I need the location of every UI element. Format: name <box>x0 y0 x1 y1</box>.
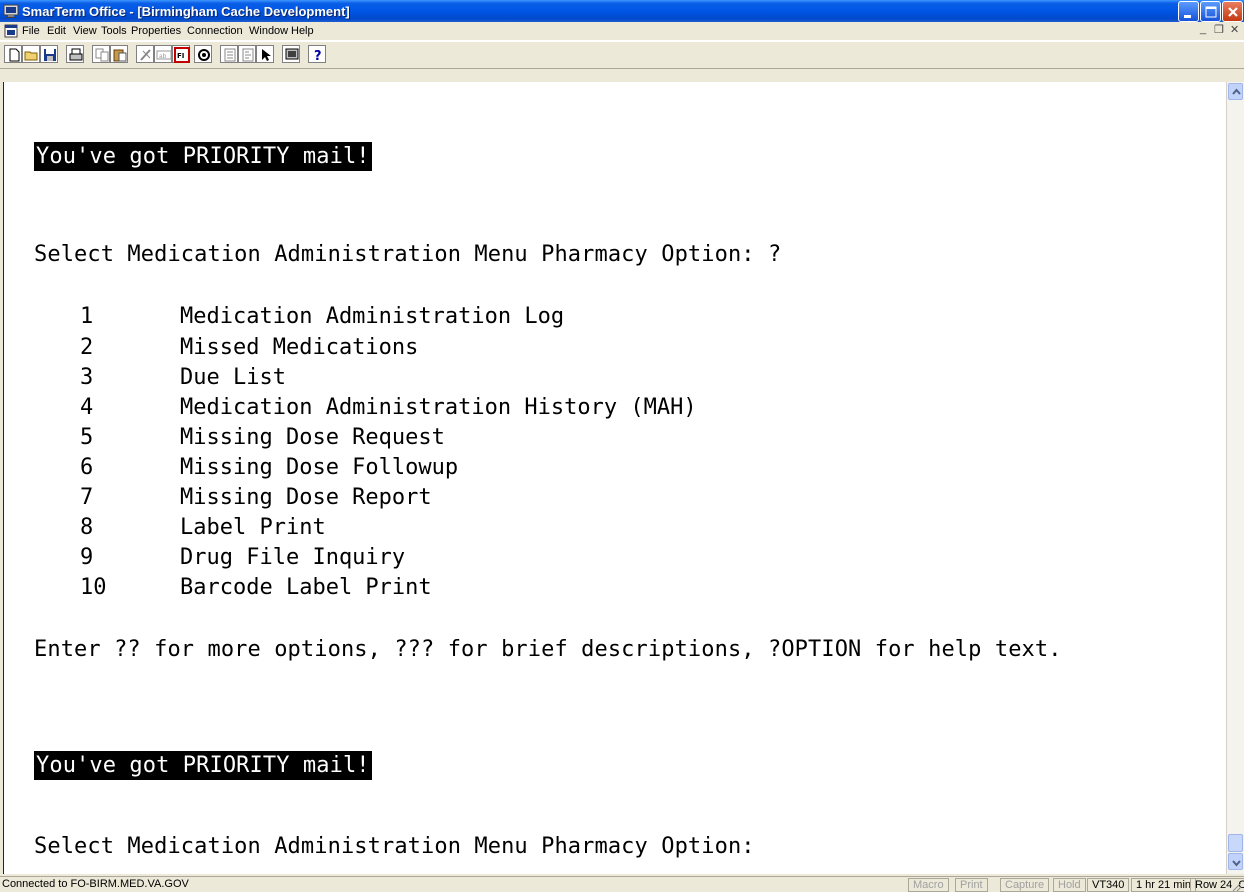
resize-grip-icon[interactable] <box>1230 880 1242 892</box>
option-label: Missing Dose Request <box>180 425 445 450</box>
session-timer: 1 hr 21 min <box>1131 878 1197 892</box>
pointer-icon[interactable] <box>256 45 274 63</box>
option-number: 7 <box>80 485 94 510</box>
mdi-controls: _ ❐ ✕ <box>1196 23 1242 39</box>
menu-tools[interactable]: Tools <box>101 25 127 37</box>
document-icon[interactable] <box>3 23 19 39</box>
app-window: SmarTerm Office - [Birmingham Cache Deve… <box>0 0 1244 892</box>
option-number: 4 <box>80 395 94 420</box>
paste-icon[interactable] <box>110 45 128 63</box>
option-number: 9 <box>80 545 94 570</box>
smarterm-app-icon[interactable] <box>3 3 19 19</box>
mdi-close-icon[interactable]: ✕ <box>1230 23 1239 36</box>
mdi-restore-icon[interactable]: ❐ <box>1214 23 1224 36</box>
page2-icon[interactable] <box>238 45 256 63</box>
menu-window[interactable]: Window <box>249 25 288 37</box>
option-label: Missed Medications <box>180 335 419 360</box>
option-number: 3 <box>80 365 94 390</box>
toolbar: ab FI ? <box>0 41 1244 69</box>
menu-prompt-current: Select Medication Administration Menu Ph… <box>34 834 755 859</box>
status-bar: Connected to FO-BIRM.MED.VA.GOV Macro Pr… <box>0 876 1244 892</box>
option-label: Due List <box>180 365 286 390</box>
emulation-indicator: VT340 <box>1087 878 1130 892</box>
minimize-button[interactable] <box>1178 1 1199 22</box>
edit-icon[interactable] <box>136 45 154 63</box>
menu-file[interactable]: File <box>22 25 40 37</box>
option-label: Medication Administration Log <box>180 304 565 329</box>
macro-indicator: Macro <box>908 878 949 892</box>
menu-prompt: Select Medication Administration Menu Ph… <box>34 242 782 267</box>
svg-text:ab: ab <box>159 53 167 60</box>
option-label: Medication Administration History (MAH) <box>180 395 697 420</box>
maximize-button[interactable] <box>1200 1 1221 22</box>
connection-status: Connected to FO-BIRM.MED.VA.GOV <box>2 878 189 890</box>
menu-edit[interactable]: Edit <box>47 25 66 37</box>
title-bar[interactable]: SmarTerm Office - [Birmingham Cache Deve… <box>0 0 1244 22</box>
terminal-screen[interactable]: You've got PRIORITY mail! Select Medicat… <box>3 82 1226 874</box>
open-icon[interactable] <box>22 45 40 63</box>
option-number: 5 <box>80 425 94 450</box>
close-button[interactable] <box>1222 1 1243 22</box>
save-icon[interactable] <box>40 45 58 63</box>
option-label: Barcode Label Print <box>180 575 432 600</box>
mdi-minimize-icon[interactable]: _ <box>1200 23 1206 35</box>
option-label: Missing Dose Followup <box>180 455 459 480</box>
option-label: Drug File Inquiry <box>180 545 406 570</box>
option-label: Label Print <box>180 515 326 540</box>
capture-indicator: Capture <box>1000 878 1050 892</box>
print-indicator: Print <box>955 878 988 892</box>
priority-mail-notice: You've got PRIORITY mail! <box>34 751 372 780</box>
field-icon[interactable]: ab <box>154 45 172 63</box>
menu-connection[interactable]: Connection <box>187 25 243 37</box>
menu-properties[interactable]: Properties <box>131 25 181 37</box>
fi-icon[interactable]: FI <box>172 45 190 63</box>
print-icon[interactable] <box>66 45 84 63</box>
page-icon[interactable] <box>220 45 238 63</box>
help-icon[interactable]: ? <box>308 45 326 64</box>
svg-text:FI: FI <box>177 52 184 60</box>
vertical-scrollbar[interactable] <box>1226 82 1244 874</box>
new-icon[interactable] <box>4 45 22 63</box>
scroll-down-button[interactable] <box>1228 853 1243 870</box>
settings-icon[interactable] <box>194 45 212 63</box>
menu-help[interactable]: Help <box>291 25 314 37</box>
window-title: SmarTerm Office - [Birmingham Cache Deve… <box>22 4 350 19</box>
option-number: 6 <box>80 455 94 480</box>
option-number: 8 <box>80 515 94 540</box>
monitor-icon[interactable] <box>282 45 300 63</box>
hold-indicator: Hold <box>1053 878 1086 892</box>
svg-text:?: ? <box>314 49 322 64</box>
help-hint-line: Enter ?? for more options, ??? for brief… <box>34 637 1062 662</box>
menu-bar: File Edit View Tools Properties Connecti… <box>0 22 1244 41</box>
menu-view[interactable]: View <box>73 25 97 37</box>
priority-mail-notice: You've got PRIORITY mail! <box>34 142 372 171</box>
option-number: 10 <box>80 575 107 600</box>
option-number: 2 <box>80 335 94 360</box>
option-label: Missing Dose Report <box>180 485 432 510</box>
scroll-thumb[interactable] <box>1228 834 1243 852</box>
option-number: 1 <box>80 304 94 329</box>
scroll-up-button[interactable] <box>1228 83 1243 100</box>
copy-icon[interactable] <box>92 45 110 63</box>
